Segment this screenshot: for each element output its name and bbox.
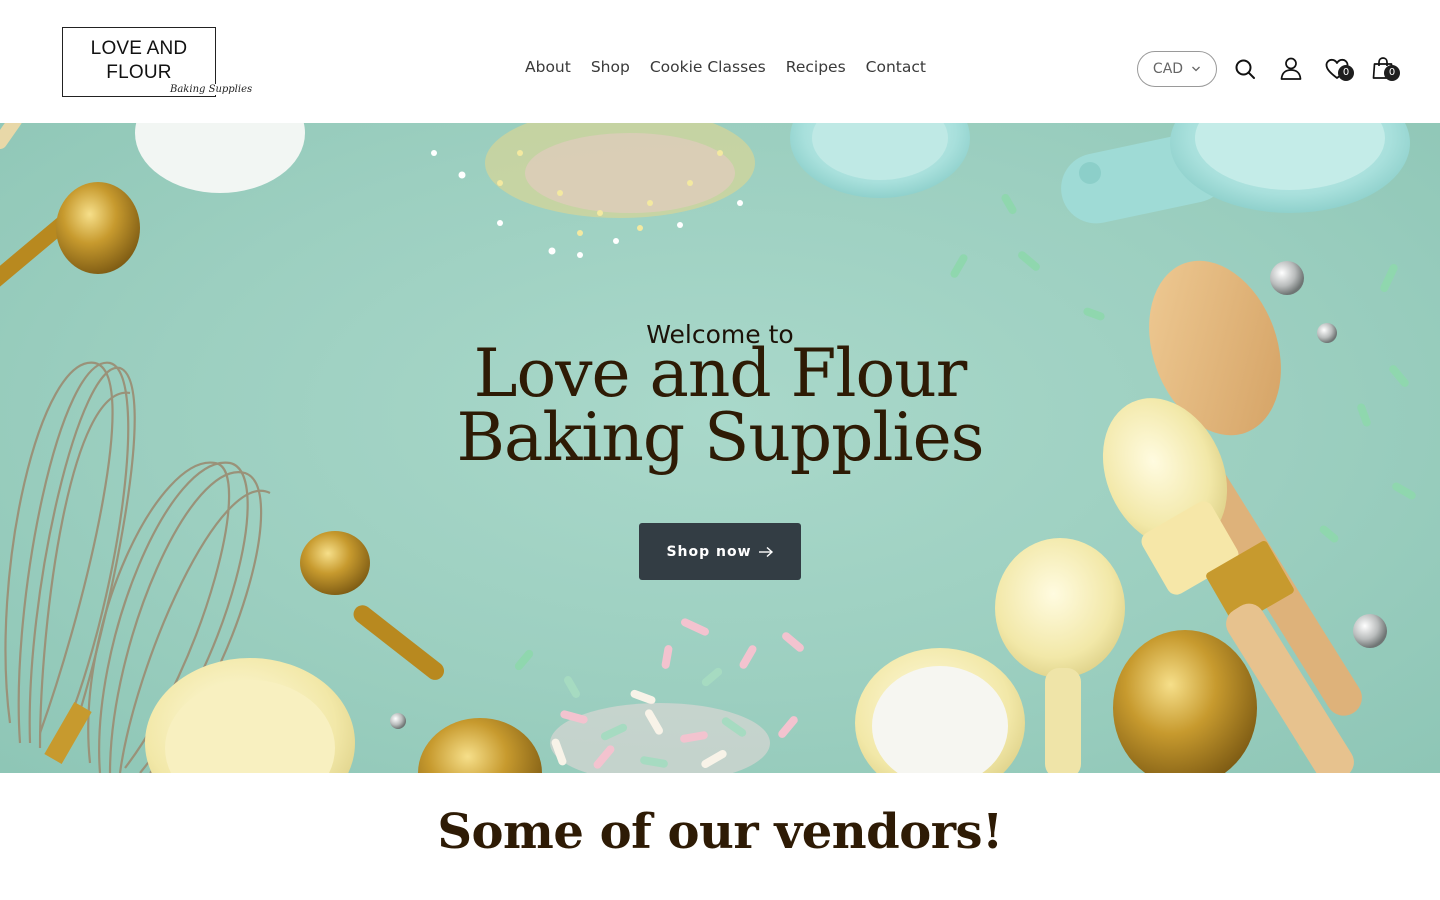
chevron-down-icon	[1192, 66, 1201, 72]
nav-contact[interactable]: Contact	[866, 58, 926, 76]
cart-count-badge: 0	[1384, 65, 1400, 81]
arrow-right-icon	[758, 546, 773, 557]
search-button[interactable]	[1233, 57, 1257, 81]
logo-script-text: Baking Supplies	[167, 84, 256, 95]
hero-title-line1: Love and Flour	[473, 335, 968, 412]
wishlist-button[interactable]: 0	[1325, 57, 1354, 81]
nav-about[interactable]: About	[525, 58, 571, 76]
hero-title-line2: Baking Supplies	[456, 399, 984, 476]
currency-selector[interactable]: CAD	[1137, 51, 1217, 87]
shop-now-button[interactable]: Shop now	[639, 523, 801, 580]
nav-recipes[interactable]: Recipes	[786, 58, 846, 76]
site-logo[interactable]: LOVE AND FLOUR Baking Supplies	[62, 27, 256, 97]
logo-text-line2: FLOUR	[106, 62, 172, 83]
shop-now-label: Shop now	[666, 543, 752, 560]
site-header: LOVE AND FLOUR Baking Supplies About Sho…	[0, 0, 1440, 123]
nav-cookie-classes[interactable]: Cookie Classes	[650, 58, 766, 76]
currency-value: CAD	[1152, 61, 1184, 77]
hero-banner: Welcome to Love and Flour Baking Supplie…	[0, 123, 1440, 773]
vendors-heading: Some of our vendors!	[437, 804, 1003, 860]
wishlist-count-badge: 0	[1338, 65, 1354, 81]
cart-button[interactable]: 0	[1371, 56, 1400, 81]
main-nav: About Shop Cookie Classes Recipes Contac…	[525, 58, 926, 76]
nav-shop[interactable]: Shop	[591, 58, 630, 76]
account-button[interactable]	[1279, 56, 1303, 80]
account-icon	[1280, 57, 1302, 80]
search-icon	[1235, 59, 1255, 79]
logo-text-line1: LOVE AND	[90, 38, 188, 59]
